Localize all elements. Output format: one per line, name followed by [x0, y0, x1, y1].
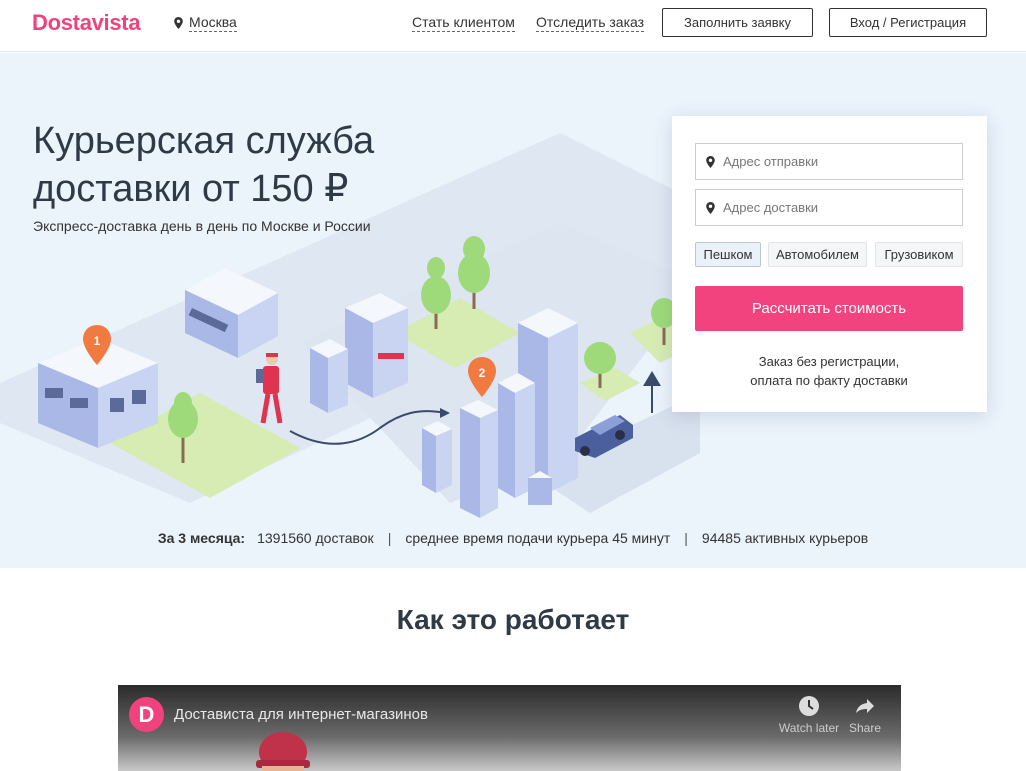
to-address-input[interactable]	[723, 200, 943, 215]
video-thumbnail-person	[256, 732, 310, 771]
building-3-left	[345, 308, 373, 398]
hero-subtitle: Экспресс-доставка день в день по Москве …	[33, 218, 371, 234]
nav-become-client[interactable]: Стать клиентом	[412, 14, 515, 32]
form-note-line-2: оплата по факту доставки	[750, 373, 908, 388]
from-address-input[interactable]	[723, 154, 943, 169]
stats-couriers: 94485 активных курьеров	[701, 530, 869, 546]
stats-bar: За 3 месяца: 1391560 доставок | среднее …	[0, 530, 1026, 546]
marker-2-label: 2	[479, 366, 486, 380]
site-header: Dostavista Москва Стать клиентом Отследи…	[0, 0, 1026, 52]
transport-walk-button[interactable]: Пешком	[695, 242, 761, 267]
map-pin-icon	[174, 17, 183, 29]
order-form-card: Пешком Автомобилем Грузовиком Рассчитать…	[672, 116, 987, 412]
city-selector[interactable]: Москва	[174, 14, 237, 32]
how-it-works-title: Как это работает	[396, 604, 630, 635]
window	[110, 398, 124, 412]
awning	[378, 353, 404, 359]
share-label: Share	[848, 721, 882, 735]
channel-avatar[interactable]: D	[129, 697, 164, 732]
clock-icon	[799, 696, 819, 716]
window	[45, 388, 63, 398]
stats-avg-time: среднее время подачи курьера 45 минут	[405, 530, 671, 546]
logo[interactable]: Dostavista	[32, 10, 141, 36]
city-label: Москва	[189, 14, 237, 32]
share-arrow-icon	[856, 699, 874, 713]
login-register-button[interactable]: Вход / Регистрация	[829, 8, 987, 37]
form-note-line-1: Заказ без регистрации,	[758, 354, 900, 369]
stats-separator: |	[684, 530, 688, 546]
video-player[interactable]: D Достависта для интернет-магазинов Watc…	[118, 685, 901, 771]
marker-1-label: 1	[94, 334, 101, 348]
transport-truck-button[interactable]: Грузовиком	[875, 242, 963, 267]
map-pin-icon	[706, 155, 715, 168]
nav-track-order[interactable]: Отследить заказ	[536, 14, 645, 32]
transport-car-button[interactable]: Автомобилем	[768, 242, 867, 267]
window	[132, 390, 146, 404]
watch-later-button[interactable]: Watch later	[778, 695, 840, 735]
hero-section: 1 2 Курьерская служба доставки от 150 ₽ …	[0, 53, 1026, 568]
window	[70, 398, 88, 408]
calculate-price-button[interactable]: Рассчитать стоимость	[695, 286, 963, 331]
share-button[interactable]: Share	[845, 695, 885, 735]
stats-deliveries: 1391560 доставок	[257, 530, 374, 546]
from-address-field[interactable]	[695, 143, 963, 180]
video-title[interactable]: Достависта для интернет-магазинов	[174, 706, 428, 723]
hero-title: Курьерская служба доставки от 150 ₽	[33, 120, 375, 210]
to-address-field[interactable]	[695, 189, 963, 226]
map-pin-icon	[706, 201, 715, 214]
watch-later-label: Watch later	[778, 721, 840, 735]
form-note: Заказ без регистрации, оплата по факту д…	[695, 352, 963, 390]
stats-label: За 3 месяца:	[157, 530, 246, 546]
fill-order-button[interactable]: Заполнить заявку	[662, 8, 813, 37]
stats-separator: |	[387, 530, 392, 546]
